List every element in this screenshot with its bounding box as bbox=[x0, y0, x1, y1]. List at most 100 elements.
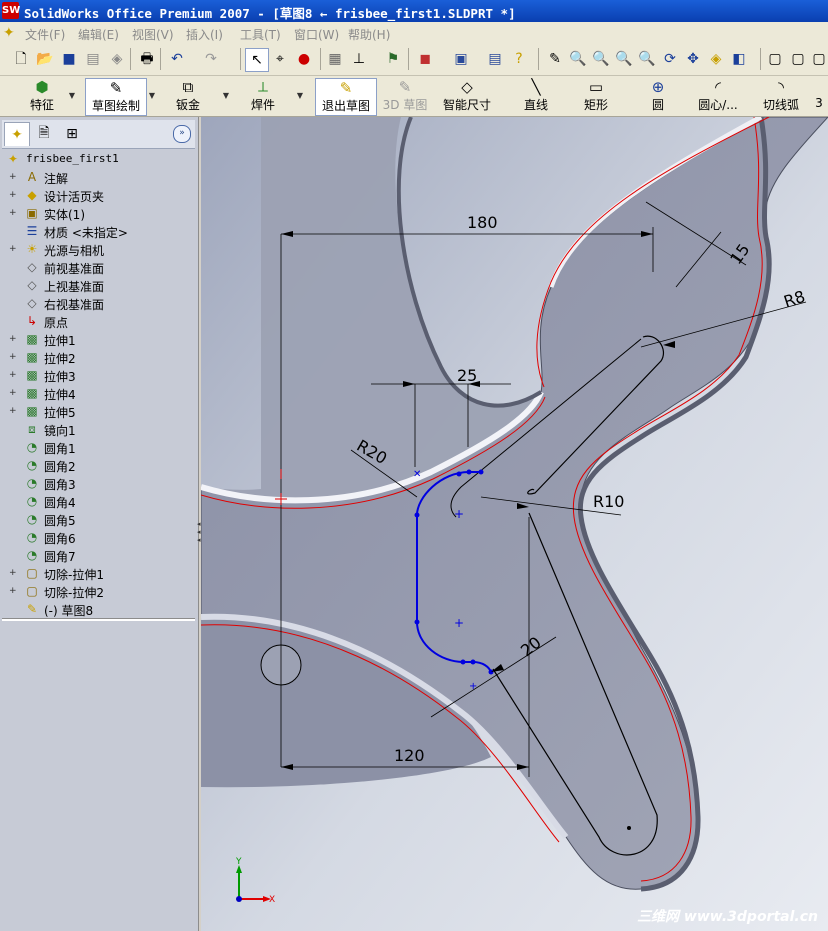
dim-180[interactable]: 180 bbox=[467, 213, 498, 232]
menu-view[interactable]: 视图(V) bbox=[132, 26, 174, 43]
undo-icon[interactable]: ↶ bbox=[166, 48, 188, 70]
tree-item[interactable]: + ▢ 切除-拉伸2 bbox=[2, 582, 195, 600]
sketch-tools-icon[interactable]: ✎ bbox=[544, 48, 566, 70]
menu-tools[interactable]: 工具(T) bbox=[240, 26, 281, 43]
menu-help[interactable]: 帮助(H) bbox=[348, 26, 390, 43]
tree-item[interactable]: + ▩ 拉伸3 bbox=[2, 366, 195, 384]
select-filter-icon[interactable]: ⌖ bbox=[269, 48, 291, 70]
collapse-panel-icon[interactable]: » bbox=[173, 125, 191, 143]
new-document-icon[interactable]: 🗋 bbox=[10, 48, 32, 70]
tree-item[interactable]: ◔ 圆角4 bbox=[2, 492, 195, 510]
tree-item[interactable]: ◇ 右视基准面 bbox=[2, 294, 195, 312]
tree-item[interactable]: + ▩ 拉伸4 bbox=[2, 384, 195, 402]
print-icon[interactable]: 🖶 bbox=[136, 48, 158, 70]
rectangle-button[interactable]: ▭ 矩形 bbox=[576, 78, 616, 114]
expand-icon[interactable]: + bbox=[9, 335, 17, 344]
expand-icon[interactable]: + bbox=[9, 353, 17, 362]
tab-configuration-manager[interactable]: ⊞ bbox=[60, 122, 84, 145]
open-folder-icon[interactable]: 📂 bbox=[34, 48, 56, 70]
tree-item[interactable]: + A 注解 bbox=[2, 168, 195, 186]
tree-item[interactable]: ☰ 材质 <未指定> bbox=[2, 222, 195, 240]
circle-button[interactable]: ⊕ 圆 bbox=[640, 78, 676, 114]
tree-item[interactable]: + ▢ 切除-拉伸1 bbox=[2, 564, 195, 582]
more-commands-button[interactable]: 3 bbox=[812, 78, 826, 114]
dim-120[interactable]: 120 bbox=[394, 746, 425, 765]
menu-edit[interactable]: 编辑(E) bbox=[78, 26, 119, 43]
exit-sketch-button[interactable]: ✎ 退出草图 bbox=[315, 78, 377, 116]
help-icon[interactable]: ? bbox=[508, 48, 530, 70]
display-relations-icon[interactable]: ⊥ bbox=[348, 48, 370, 70]
tree-item[interactable]: + ▩ 拉伸5 bbox=[2, 402, 195, 420]
save-icon[interactable]: ■ bbox=[58, 48, 80, 70]
hidden-lines-icon[interactable]: ▢ bbox=[787, 48, 809, 70]
line-button[interactable]: ╲ 直线 bbox=[516, 78, 556, 114]
tab-property-manager[interactable]: 🗎 bbox=[32, 122, 56, 145]
expand-icon[interactable]: + bbox=[9, 371, 17, 380]
zoom-to-fit-icon[interactable]: 🔍 bbox=[567, 48, 589, 70]
properties-icon[interactable]: ▤ bbox=[484, 48, 506, 70]
weldment-dropdown[interactable]: ▼ bbox=[294, 78, 306, 114]
pan-icon[interactable]: ✥ bbox=[682, 48, 704, 70]
tree-item[interactable]: ⧈ 镜向1 bbox=[2, 420, 195, 439]
tree-item[interactable]: + ☀ 光源与相机 bbox=[2, 240, 195, 258]
tree-item[interactable]: ◇ 上视基准面 bbox=[2, 276, 195, 294]
menu-window[interactable]: 窗口(W) bbox=[294, 26, 339, 43]
sketch-dropdown[interactable]: ▼ bbox=[146, 78, 158, 114]
wireframe-icon[interactable]: ▢ bbox=[764, 48, 786, 70]
sketch-tab-button[interactable]: ✎ 草图绘制 bbox=[85, 78, 147, 116]
tree-item[interactable]: ✎ (-) 草图8 bbox=[2, 600, 195, 618]
expand-icon[interactable]: + bbox=[9, 587, 17, 596]
expand-icon[interactable]: + bbox=[9, 569, 17, 578]
expand-icon[interactable]: + bbox=[9, 407, 17, 416]
tree-item[interactable]: ◔ 圆角3 bbox=[2, 474, 195, 492]
sheetmetal-dropdown[interactable]: ▼ bbox=[220, 78, 232, 114]
print-preview-icon[interactable]: ▤ bbox=[82, 48, 104, 70]
expand-icon[interactable]: + bbox=[9, 173, 17, 182]
features-dropdown[interactable]: ▼ bbox=[66, 78, 78, 114]
select-pointer-icon[interactable]: ↖ bbox=[245, 48, 269, 72]
tree-item[interactable]: ◔ 圆角7 bbox=[2, 546, 195, 564]
tree-item[interactable]: + ▩ 拉伸2 bbox=[2, 348, 195, 366]
shaded-icon[interactable]: ▢ bbox=[808, 48, 828, 70]
weldment-tab-button[interactable]: ⟂ 焊件 bbox=[238, 78, 288, 114]
tree-item[interactable]: ↳ 原点 bbox=[2, 312, 195, 330]
features-tab-button[interactable]: ⬢ 特征 bbox=[18, 78, 66, 114]
zoom-in-out-icon[interactable]: 🔍 bbox=[613, 48, 635, 70]
tree-root[interactable]: ✦ frisbee_first1 bbox=[2, 150, 195, 168]
traffic-light-icon[interactable]: ● bbox=[293, 48, 315, 70]
menu-file[interactable]: 文件(F) bbox=[25, 26, 65, 43]
solidworks-app-icon[interactable]: SW bbox=[2, 2, 20, 19]
zoom-area-icon[interactable]: 🔍 bbox=[590, 48, 612, 70]
tree-item[interactable]: ◔ 圆角6 bbox=[2, 528, 195, 546]
options-icon[interactable]: ◈ bbox=[106, 48, 128, 70]
tree-item[interactable]: ◔ 圆角1 bbox=[2, 438, 195, 456]
3d-sketch-button[interactable]: ✎ 3D 草图 bbox=[380, 78, 430, 114]
tangent-arc-button[interactable]: ◝ 切线弧 bbox=[758, 78, 804, 114]
rotate-view-icon[interactable]: ⟳ bbox=[659, 48, 681, 70]
graphics-area[interactable]: + + ✕ + 180 15 R8 25 R20 R10 20 120 Y X … bbox=[201, 117, 828, 931]
centerpoint-arc-button[interactable]: ◜ 圆心/... bbox=[690, 78, 746, 114]
redo-icon[interactable]: ↷ bbox=[200, 48, 222, 70]
rebuild-icon[interactable]: ⚑ bbox=[382, 48, 404, 70]
expand-icon[interactable]: + bbox=[9, 191, 17, 200]
tree-item[interactable]: ◇ 前视基准面 bbox=[2, 258, 195, 276]
3d-box-icon[interactable]: ◼ bbox=[414, 48, 436, 70]
sheetmetal-tab-button[interactable]: ⧉ 钣金 bbox=[165, 78, 211, 114]
grid-icon[interactable]: ▦ bbox=[324, 48, 346, 70]
expand-icon[interactable]: + bbox=[9, 245, 17, 254]
dim-r10[interactable]: R10 bbox=[593, 492, 624, 511]
tree-item[interactable]: + ▣ 实体(1) bbox=[2, 204, 195, 222]
dim-25[interactable]: 25 bbox=[457, 366, 477, 385]
smart-dimension-button[interactable]: ◇ 智能尺寸 bbox=[440, 78, 494, 114]
expand-icon[interactable]: + bbox=[9, 209, 17, 218]
tab-feature-manager[interactable]: ✦ bbox=[4, 122, 30, 146]
tree-item[interactable]: + ▩ 拉伸1 bbox=[2, 330, 195, 348]
zoom-selection-icon[interactable]: 🔍 bbox=[636, 48, 658, 70]
tree-item[interactable]: ◔ 圆角5 bbox=[2, 510, 195, 528]
view-orientation-icon[interactable]: ◈ bbox=[705, 48, 727, 70]
solidworks-logo-icon[interactable]: ✦ bbox=[3, 25, 20, 41]
tree-item[interactable]: ◔ 圆角2 bbox=[2, 456, 195, 474]
display-style-icon[interactable]: ◧ bbox=[728, 48, 750, 70]
expand-icon[interactable]: + bbox=[9, 389, 17, 398]
menu-insert[interactable]: 插入(I) bbox=[186, 26, 223, 43]
